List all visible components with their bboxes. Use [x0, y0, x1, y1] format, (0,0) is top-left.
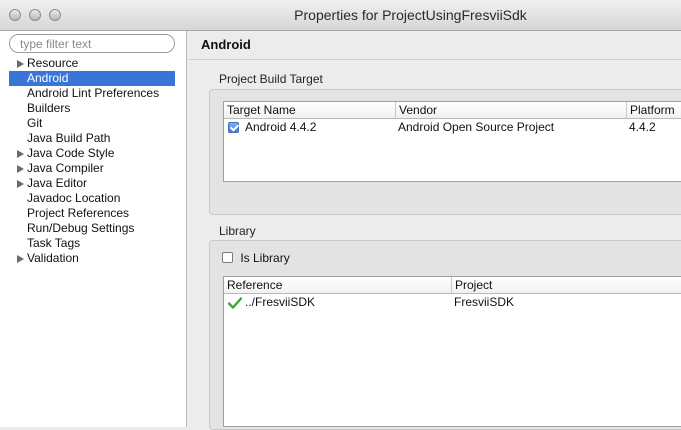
- preferences-sidebar: Resource Android Android Lint Preference…: [0, 31, 187, 427]
- sidebar-item-label: Android Lint Preferences: [27, 86, 160, 100]
- build-target-table[interactable]: Target Name Vendor Platform Android 4.4.…: [223, 101, 681, 182]
- library-table[interactable]: Reference Project ../FresviiSDK FresviiS…: [223, 276, 681, 427]
- reference-status-cell: [228, 294, 242, 311]
- title-bar: Properties for ProjectUsingFresviiSdk: [0, 0, 681, 31]
- disclosure-triangle-icon[interactable]: [17, 255, 24, 263]
- column-header-platform[interactable]: Platform: [627, 102, 681, 118]
- disclosure-triangle-icon[interactable]: [17, 165, 24, 173]
- target-checkbox[interactable]: [228, 122, 239, 134]
- table-header: Reference Project: [224, 277, 681, 294]
- sidebar-item-label: Project References: [27, 206, 130, 220]
- sidebar-item-label: Java Code Style: [27, 146, 115, 160]
- sidebar-item-label: Android: [27, 71, 69, 85]
- sidebar-item-java-editor[interactable]: Java Editor: [9, 176, 175, 191]
- sidebar-item-label: Java Compiler: [27, 161, 104, 175]
- sidebar-item-label: Java Editor: [27, 176, 88, 190]
- sidebar-item-java-code-style[interactable]: Java Code Style: [9, 146, 175, 161]
- table-row[interactable]: Android 4.4.2 Android Open Source Projec…: [224, 119, 681, 136]
- preferences-tree: Resource Android Android Lint Preference…: [9, 56, 175, 266]
- disclosure-triangle-icon[interactable]: [17, 180, 24, 188]
- sidebar-item-label: Git: [27, 116, 43, 130]
- sidebar-item-validation[interactable]: Validation: [9, 251, 175, 266]
- window-title: Properties for ProjectUsingFresviiSdk: [294, 7, 527, 23]
- column-header-reference[interactable]: Reference: [224, 277, 452, 293]
- sidebar-item-label: Validation: [27, 251, 79, 265]
- project-cell: FresviiSDK: [454, 295, 515, 309]
- is-library-label[interactable]: Is Library: [240, 251, 289, 265]
- table-row[interactable]: ../FresviiSDK FresviiSDK: [224, 294, 681, 311]
- sidebar-item-git[interactable]: Git: [9, 116, 175, 131]
- is-library-option[interactable]: Is Library: [222, 250, 290, 265]
- platform-cell: 4.4.2: [629, 120, 656, 134]
- library-section-label: Library: [219, 224, 256, 238]
- sidebar-item-resource[interactable]: Resource: [9, 56, 175, 71]
- sidebar-item-label: Resource: [27, 56, 79, 70]
- disclosure-triangle-icon[interactable]: [17, 150, 24, 158]
- sidebar-item-javadoc-location[interactable]: Javadoc Location: [9, 191, 175, 206]
- sidebar-item-task-tags[interactable]: Task Tags: [9, 236, 175, 251]
- disclosure-triangle-icon[interactable]: [17, 60, 24, 68]
- sidebar-item-project-references[interactable]: Project References: [9, 206, 175, 221]
- sidebar-item-label: Run/Debug Settings: [27, 221, 135, 235]
- column-header-project[interactable]: Project: [452, 277, 681, 293]
- target-checkbox-cell[interactable]: [228, 119, 239, 136]
- column-header-target-name[interactable]: Target Name: [224, 102, 396, 118]
- sidebar-item-label: Builders: [27, 101, 71, 115]
- sidebar-item-android[interactable]: Android: [9, 71, 175, 86]
- filter-input[interactable]: [9, 34, 175, 53]
- sidebar-item-label: Javadoc Location: [27, 191, 121, 205]
- reference-cell: ../FresviiSDK: [245, 295, 316, 309]
- target-name-cell: Android 4.4.2: [245, 120, 317, 134]
- sidebar-item-label: Java Build Path: [27, 131, 111, 145]
- page-title: Android: [201, 37, 251, 52]
- vendor-cell: Android Open Source Project: [398, 120, 555, 134]
- sidebar-item-builders[interactable]: Builders: [9, 101, 175, 116]
- page-header: Android: [188, 31, 681, 60]
- sidebar-item-java-compiler[interactable]: Java Compiler: [9, 161, 175, 176]
- build-target-section-label: Project Build Target: [219, 72, 323, 86]
- properties-page: Android Project Build Target Target Name…: [188, 31, 681, 430]
- table-header: Target Name Vendor Platform: [224, 102, 681, 119]
- sidebar-item-label: Task Tags: [27, 236, 81, 250]
- column-header-vendor[interactable]: Vendor: [396, 102, 627, 118]
- green-check-icon: [228, 297, 242, 309]
- sidebar-item-android-lint-preferences[interactable]: Android Lint Preferences: [9, 86, 175, 101]
- sidebar-item-java-build-path[interactable]: Java Build Path: [9, 131, 175, 146]
- sidebar-item-run-debug-settings[interactable]: Run/Debug Settings: [9, 221, 175, 236]
- is-library-checkbox[interactable]: [222, 252, 233, 264]
